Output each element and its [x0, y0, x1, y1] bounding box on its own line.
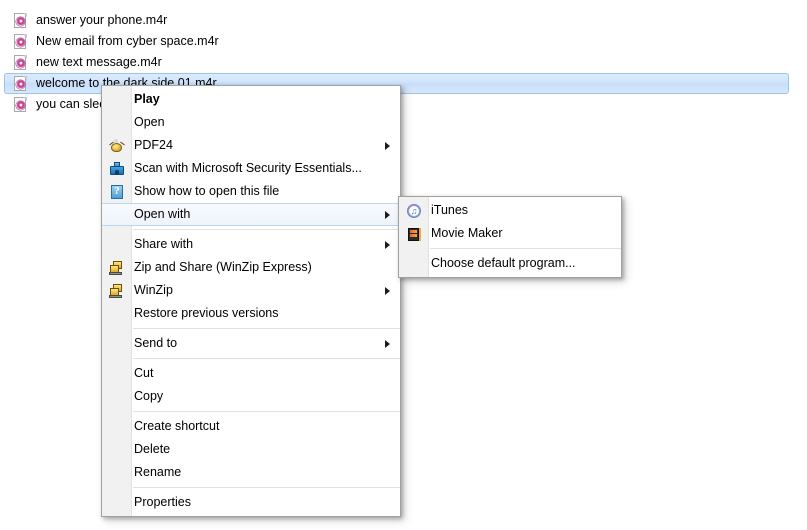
m4r-ringtone-icon [14, 96, 28, 113]
list-item[interactable]: new text message.m4r [0, 52, 807, 73]
m4r-ringtone-icon [14, 12, 28, 29]
submenu-separator [430, 248, 621, 249]
security-essentials-icon [109, 161, 125, 177]
itunes-icon: ♫ [406, 203, 422, 219]
chevron-right-icon [385, 141, 390, 150]
menu-item-create-shortcut[interactable]: Create shortcut [102, 415, 400, 438]
movie-maker-icon [406, 226, 422, 242]
menu-item-label: Rename [134, 465, 182, 479]
context-menu[interactable]: Play Open PDF24 Scan with Microsoft Secu… [101, 85, 401, 517]
menu-item-label: Properties [134, 495, 191, 509]
menu-item-label: Delete [134, 442, 171, 456]
menu-item-label: Cut [134, 366, 154, 380]
menu-separator [133, 411, 400, 412]
submenu-item-itunes[interactable]: ♫ iTunes [399, 199, 621, 222]
submenu-item-movie-maker[interactable]: Movie Maker [399, 222, 621, 245]
menu-item-label: Share with [134, 237, 194, 251]
menu-item-label: Open with [134, 207, 191, 221]
submenu-item-label: iTunes [431, 203, 469, 217]
pdf24-icon [109, 138, 125, 154]
menu-item-label: Copy [134, 389, 164, 403]
menu-item-label: WinZip [134, 283, 173, 297]
chevron-right-icon [385, 339, 390, 348]
show-how-to-open-icon: ? [109, 184, 125, 200]
menu-item-label: Show how to open this file [134, 184, 280, 198]
menu-item-show-how-to-open[interactable]: ? Show how to open this file [102, 180, 400, 203]
winzip-icon [109, 260, 125, 276]
menu-item-delete[interactable]: Delete [102, 438, 400, 461]
m4r-ringtone-icon [14, 33, 28, 50]
submenu-item-label: Choose default program... [431, 256, 576, 270]
menu-separator [133, 487, 400, 488]
menu-item-properties[interactable]: Properties [102, 491, 400, 514]
menu-item-scan-with-security-essentials[interactable]: Scan with Microsoft Security Essentials.… [102, 157, 400, 180]
chevron-right-icon [385, 240, 390, 249]
submenu-item-choose-default-program[interactable]: Choose default program... [399, 252, 621, 275]
menu-item-open-with[interactable]: Open with [102, 203, 400, 226]
open-with-submenu[interactable]: ♫ iTunes Movie Maker Choose default prog… [398, 196, 622, 278]
m4r-ringtone-icon [14, 54, 28, 71]
menu-item-label: Scan with Microsoft Security Essentials.… [134, 161, 362, 175]
menu-item-send-to[interactable]: Send to [102, 332, 400, 355]
menu-item-open[interactable]: Open [102, 111, 400, 134]
menu-item-restore-previous-versions[interactable]: Restore previous versions [102, 302, 400, 325]
file-name: new text message.m4r [36, 55, 162, 69]
file-name: New email from cyber space.m4r [36, 34, 219, 48]
menu-item-label: Restore previous versions [134, 306, 279, 320]
winzip-icon [109, 283, 125, 299]
menu-item-label: PDF24 [134, 138, 173, 152]
menu-item-label: Zip and Share (WinZip Express) [134, 260, 312, 274]
menu-item-share-with[interactable]: Share with [102, 233, 400, 256]
menu-item-label: Send to [134, 336, 178, 350]
menu-separator [133, 229, 400, 230]
menu-item-copy[interactable]: Copy [102, 385, 400, 408]
menu-separator [133, 328, 400, 329]
menu-item-play[interactable]: Play [102, 88, 400, 111]
menu-item-pdf24[interactable]: PDF24 [102, 134, 400, 157]
list-item[interactable]: New email from cyber space.m4r [0, 31, 807, 52]
chevron-right-icon [385, 210, 390, 219]
menu-item-label: Open [134, 115, 165, 129]
m4r-ringtone-icon [14, 75, 28, 92]
file-name: answer your phone.m4r [36, 13, 168, 27]
chevron-right-icon [385, 286, 390, 295]
menu-item-cut[interactable]: Cut [102, 362, 400, 385]
menu-item-rename[interactable]: Rename [102, 461, 400, 484]
list-item[interactable]: answer your phone.m4r [0, 10, 807, 31]
menu-item-label: Create shortcut [134, 419, 220, 433]
menu-item-label: Play [134, 92, 160, 106]
menu-separator [133, 358, 400, 359]
submenu-item-label: Movie Maker [431, 226, 503, 240]
menu-item-zip-and-share[interactable]: Zip and Share (WinZip Express) [102, 256, 400, 279]
menu-item-winzip[interactable]: WinZip [102, 279, 400, 302]
